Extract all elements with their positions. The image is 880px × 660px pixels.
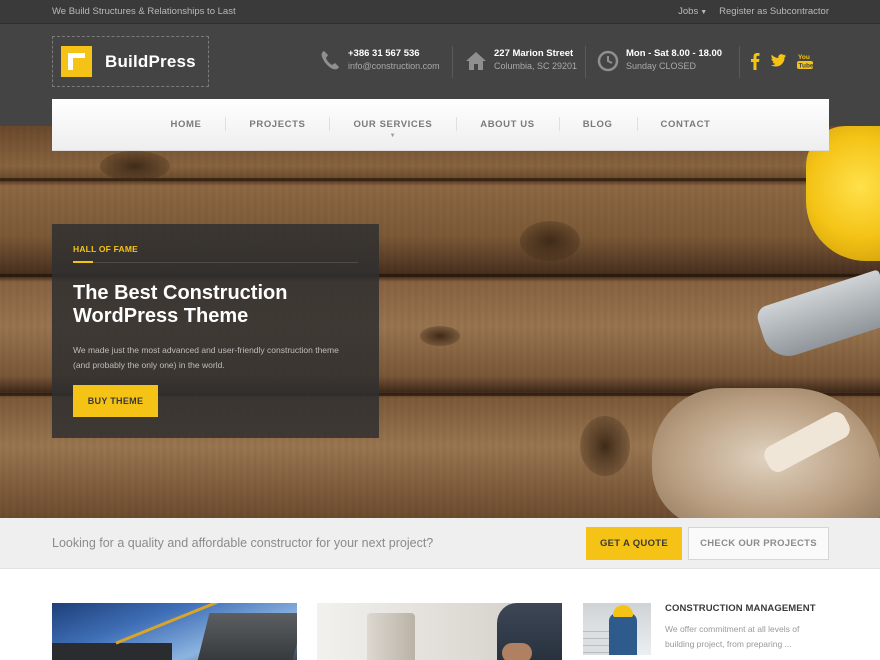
header-widget-phone: +386 31 567 536 info@construction.com <box>318 48 440 73</box>
youtube-icon[interactable]: You Tube <box>797 52 813 70</box>
svg-text:Tube: Tube <box>799 63 814 70</box>
logo-text: BuildPress <box>105 51 196 71</box>
hero-eyebrow: HALL OF FAME <box>73 244 139 254</box>
top-bar-links: Jobs ▼ Register as Subcontractor <box>678 6 829 17</box>
hero-slider: HALL OF FAME The Best Construction WordP… <box>0 126 880 518</box>
service-thumbnail-worker[interactable] <box>583 603 651 655</box>
wood-knot <box>580 416 630 476</box>
header-divider <box>585 46 586 78</box>
wood-knot <box>420 326 460 346</box>
closed-days: Sunday CLOSED <box>626 61 697 71</box>
top-bar: We Build Structures & Relationships to L… <box>0 0 880 24</box>
header-divider <box>739 46 740 78</box>
register-subcontractor-link[interactable]: Register as Subcontractor <box>719 6 829 17</box>
buy-theme-button[interactable]: BUY THEME <box>73 385 158 417</box>
header-widget-hours: Mon - Sat 8.00 - 18.00 Sunday CLOSED <box>596 48 722 73</box>
call-to-action-bar: Looking for a quality and affordable con… <box>0 518 880 569</box>
wood-knot <box>520 221 580 261</box>
hero-divider <box>73 261 358 263</box>
jobs-link-label: Jobs <box>678 6 699 17</box>
chevron-down-icon: ▼ <box>389 133 397 139</box>
jobs-link[interactable]: Jobs ▼ <box>678 6 707 17</box>
logo-icon <box>61 46 92 77</box>
cta-text: Looking for a quality and affordable con… <box>52 536 434 550</box>
facebook-icon[interactable] <box>750 52 760 70</box>
service-title[interactable]: CONSTRUCTION MANAGEMENT <box>665 603 816 614</box>
nav-item-our-services-label: OUR SERVICES <box>353 119 433 130</box>
work-glove-image <box>652 388 880 518</box>
hero-heading-line1: The Best Construction <box>73 282 288 304</box>
chevron-down-icon: ▼ <box>700 9 708 16</box>
wood-knot <box>100 151 170 181</box>
city-address: Columbia, SC 29201 <box>494 61 578 71</box>
project-thumbnail-crane[interactable] <box>52 603 297 660</box>
contact-email[interactable]: info@construction.com <box>348 60 440 73</box>
social-links: You Tube <box>750 52 813 70</box>
home-icon <box>466 52 486 70</box>
nav-item-our-services[interactable]: OUR SERVICES ▼ <box>329 117 456 139</box>
hero-heading-line2: WordPress Theme <box>73 305 249 327</box>
opening-hours: Mon - Sat 8.00 - 18.00 <box>626 48 723 59</box>
main-navigation: HOME PROJECTS OUR SERVICES ▼ ABOUT US BL… <box>52 99 829 151</box>
street-address: 227 Marion Street <box>494 48 574 59</box>
site-tagline: We Build Structures & Relationships to L… <box>52 6 236 17</box>
header-widget-address: 227 Marion Street Columbia, SC 29201 <box>464 48 577 73</box>
check-our-projects-button[interactable]: CHECK OUR PROJECTS <box>688 527 829 560</box>
svg-text:You: You <box>798 54 810 61</box>
clock-icon <box>597 50 619 72</box>
nav-item-projects[interactable]: PROJECTS <box>225 117 329 131</box>
nav-item-about-us[interactable]: ABOUT US <box>456 117 558 131</box>
hammer-image <box>754 269 880 363</box>
service-description: We offer commitment at all levels of bui… <box>665 624 800 649</box>
hero-caption-box: HALL OF FAME The Best Construction WordP… <box>52 224 379 438</box>
twitter-icon[interactable] <box>770 54 787 68</box>
hero-heading: The Best Construction WordPress Theme <box>73 282 358 328</box>
nav-item-contact[interactable]: CONTACT <box>636 117 735 131</box>
nav-item-blog[interactable]: BLOG <box>558 117 637 131</box>
get-a-quote-button[interactable]: GET A QUOTE <box>586 527 682 560</box>
nav-item-home[interactable]: HOME <box>147 119 226 130</box>
phone-number[interactable]: +386 31 567 536 <box>348 48 440 60</box>
header-divider <box>452 46 453 78</box>
project-thumbnail-plastering[interactable] <box>317 603 562 660</box>
phone-icon <box>321 51 339 70</box>
hero-description: We made just the most advanced and user-… <box>73 345 339 370</box>
site-logo[interactable]: BuildPress <box>52 36 209 87</box>
